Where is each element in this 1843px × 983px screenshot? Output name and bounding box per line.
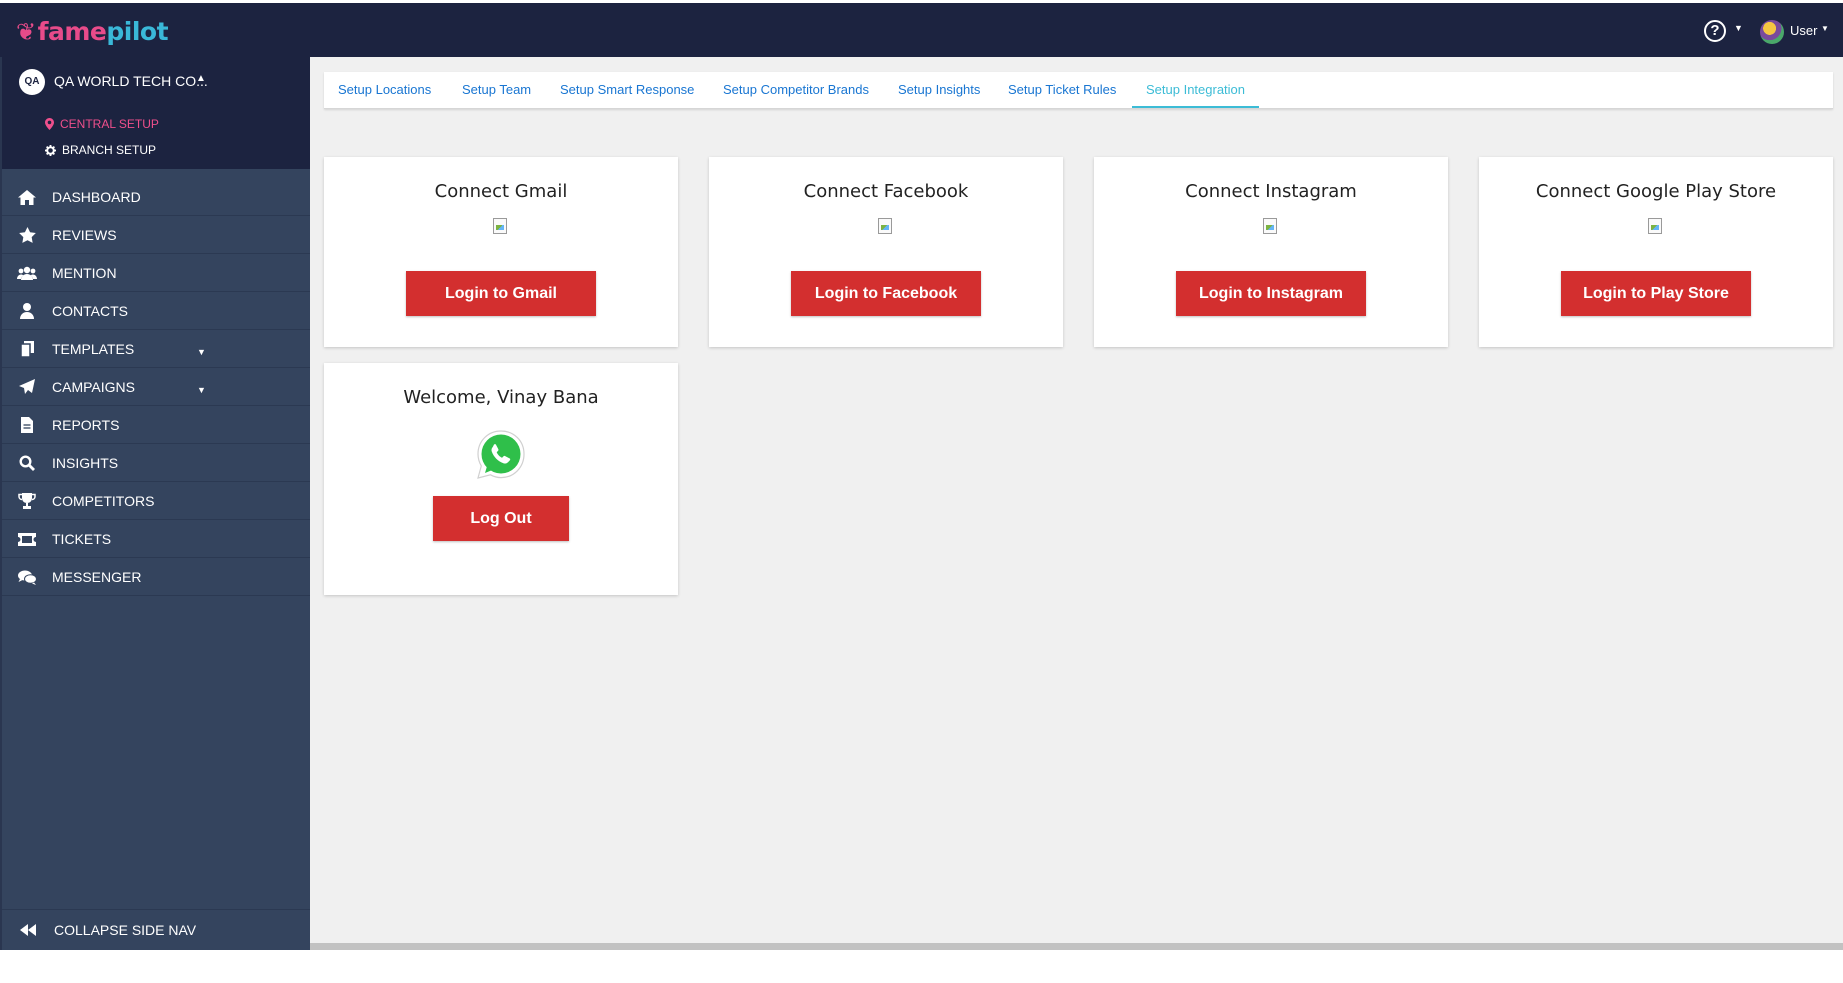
ticket-icon [2,532,52,546]
tab-setup-ticket-rules[interactable]: Setup Ticket Rules [994,72,1130,108]
card-title: Connect Gmail [434,181,568,202]
org-name[interactable]: QA WORLD TECH CO... [54,73,208,89]
nav-item-competitors[interactable]: COMPETITORS [2,483,310,520]
nav-label: REPORTS [52,417,120,433]
nav-item-mention[interactable]: MENTION [2,255,310,292]
nav-label: INSIGHTS [52,455,119,471]
nav-item-tickets[interactable]: TICKETS [2,521,310,558]
tab-setup-locations[interactable]: Setup Locations [324,72,445,108]
org-avatar[interactable]: QA [19,69,45,95]
user-menu-label[interactable]: User [1790,23,1817,38]
nav-item-messenger[interactable]: MESSENGER [2,559,310,596]
collapse-side-nav-button[interactable]: COLLAPSE SIDE NAV [2,909,310,949]
card-title: Connect Facebook [803,181,969,202]
file-icon [2,417,52,433]
org-switcher-panel: QA QA WORLD TECH CO... ▲ CENTRAL SETUP B… [2,57,312,169]
gmail-card: Connect Gmail Login to Gmail [324,157,678,347]
nav-label: MESSENGER [52,569,142,585]
main-content: Setup Locations Setup Team Setup Smart R… [310,57,1843,944]
tab-setup-team[interactable]: Setup Team [448,72,545,108]
login-play-store-button[interactable]: Login to Play Store [1561,271,1751,316]
user-icon [2,303,52,319]
nav-item-insights[interactable]: INSIGHTS [2,445,310,482]
horizontal-scrollbar[interactable] [310,943,1843,950]
nav-label: REVIEWS [52,227,117,243]
play-store-logo-broken-image-icon [1648,218,1662,234]
tab-setup-insights[interactable]: Setup Insights [884,72,994,108]
nav-label: CONTACTS [52,303,128,319]
card-title: Connect Instagram [1185,181,1357,202]
users-icon [2,266,52,280]
nav-label: TEMPLATES [52,341,135,357]
whatsapp-icon [477,430,525,479]
welcome-title: Welcome, Vinay Bana [403,387,599,408]
login-instagram-button[interactable]: Login to Instagram [1176,271,1366,316]
play-store-card: Connect Google Play Store Login to Play … [1479,157,1833,347]
help-caret-icon[interactable]: ▼ [1734,23,1743,33]
nav-label: TICKETS [52,531,112,547]
logout-button[interactable]: Log Out [433,496,569,541]
gmail-logo-broken-image-icon [493,218,507,234]
logo-text-pilot: pilot [106,17,169,46]
nav-label: CAMPAIGNS [52,379,135,395]
card-title: Connect Google Play Store [1535,181,1777,202]
sidebar: QA QA WORLD TECH CO... ▲ CENTRAL SETUP B… [0,57,312,950]
tab-setup-competitor-brands[interactable]: Setup Competitor Brands [709,72,883,108]
instagram-card: Connect Instagram Login to Instagram [1094,157,1448,347]
login-facebook-button[interactable]: Login to Facebook [791,271,981,316]
trophy-icon [2,493,52,509]
home-icon [2,189,52,205]
caret-down-icon[interactable]: ▼ [197,347,206,357]
branch-setup-label: BRANCH SETUP [62,143,157,157]
central-setup-label: CENTRAL SETUP [60,117,159,131]
tab-setup-smart-response[interactable]: Setup Smart Response [546,72,708,108]
user-avatar[interactable] [1760,20,1784,44]
facebook-logo-broken-image-icon [878,218,892,234]
logo-text-fame: fame [37,17,107,46]
user-caret-icon[interactable]: ▼ [1821,24,1829,33]
tab-setup-integration[interactable]: Setup Integration [1132,72,1259,108]
help-icon[interactable]: ? [1704,20,1726,42]
collapse-side-nav-label: COLLAPSE SIDE NAV [54,921,197,938]
star-icon [2,227,52,243]
caret-down-icon[interactable]: ▼ [197,385,206,395]
nav-item-dashboard[interactable]: DASHBOARD [2,179,310,216]
login-gmail-button[interactable]: Login to Gmail [406,271,596,316]
famepilot-logo[interactable]: ❦ fame pilot [16,17,169,46]
paper-plane-icon [2,379,52,395]
nav-label: MENTION [52,265,117,281]
nav-item-templates[interactable]: TEMPLATES ▼ [2,331,310,368]
instagram-logo-broken-image-icon [1263,218,1277,234]
nav-item-reports[interactable]: REPORTS [2,407,310,444]
nav-item-reviews[interactable]: REVIEWS [2,217,310,254]
search-icon [2,455,52,471]
nav-label: COMPETITORS [52,493,155,509]
backward-icon [2,923,54,936]
nav-item-campaigns[interactable]: CAMPAIGNS ▼ [2,369,310,406]
whatsapp-card: Welcome, Vinay Bana Log Out [324,363,678,595]
nav-label: DASHBOARD [52,189,141,205]
top-bar: ❦ fame pilot ? ▼ User ▼ [0,0,1843,57]
gear-icon [45,144,56,156]
central-setup-link[interactable]: CENTRAL SETUP [45,117,159,131]
caret-up-icon[interactable]: ▲ [196,73,206,84]
comments-icon [2,570,52,585]
nav-item-contacts[interactable]: CONTACTS [2,293,310,330]
map-pin-icon [45,118,54,130]
butterfly-logo-icon: ❦ [16,17,36,46]
facebook-card: Connect Facebook Login to Facebook [709,157,1063,347]
branch-setup-link[interactable]: BRANCH SETUP [45,143,156,157]
copy-icon [2,341,52,357]
setup-tabs: Setup Locations Setup Team Setup Smart R… [324,72,1833,109]
